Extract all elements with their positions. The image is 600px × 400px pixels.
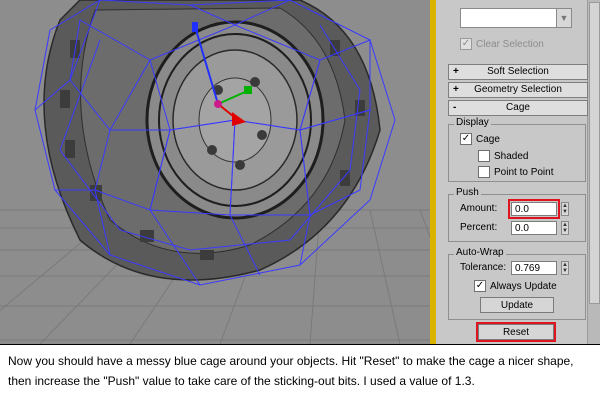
amount-spinner[interactable]: ▲ ▼	[561, 202, 569, 216]
tolerance-label: Tolerance:	[460, 262, 507, 273]
cage-checkbox[interactable]: ✓	[460, 133, 472, 145]
rollout-soft-selection[interactable]: + Soft Selection	[448, 64, 588, 80]
percent-field[interactable]: 0.0	[511, 221, 557, 235]
shaded-checkbox[interactable]	[478, 150, 490, 162]
collapse-icon: -	[453, 102, 457, 113]
rollout-cage[interactable]: - Cage	[448, 100, 588, 116]
modifier-panel: ▼ ✓ Clear Selection + Soft Selection + G…	[430, 0, 600, 344]
auto-wrap-group-label: Auto-Wrap	[454, 247, 506, 258]
clear-selection-label: Clear Selection	[476, 38, 544, 50]
rollout-label: Soft Selection	[487, 66, 549, 77]
always-update-label: Always Update	[490, 280, 557, 292]
cage-display-row[interactable]: ✓ Cage	[460, 133, 500, 145]
rollout-label: Cage	[506, 102, 530, 113]
push-group-label: Push	[454, 187, 481, 198]
percent-label: Percent:	[460, 222, 498, 233]
tolerance-spinner[interactable]: ▲ ▼	[561, 261, 569, 275]
update-button[interactable]: Update	[480, 297, 554, 313]
panel-edge	[430, 0, 436, 344]
always-update-row[interactable]: ✓ Always Update	[474, 280, 557, 292]
tolerance-field[interactable]: 0.769	[511, 261, 557, 275]
point-to-point-row[interactable]: Point to Point	[478, 166, 553, 178]
clear-selection-row[interactable]: ✓ Clear Selection	[460, 38, 544, 50]
chevron-down-icon[interactable]: ▼	[556, 9, 571, 27]
clear-selection-checkbox[interactable]: ✓	[460, 38, 472, 50]
rollout-label: Geometry Selection	[474, 84, 562, 95]
amount-highlight	[508, 199, 560, 219]
tutorial-caption: Now you should have a messy blue cage ar…	[0, 344, 600, 400]
percent-spinner[interactable]: ▲ ▼	[561, 221, 569, 235]
shaded-label: Shaded	[494, 150, 529, 162]
rollout-geometry-selection[interactable]: + Geometry Selection	[448, 82, 588, 98]
tutorial-figure: ▼ ✓ Clear Selection + Soft Selection + G…	[0, 0, 600, 400]
display-group-label: Display	[454, 117, 491, 128]
point-to-point-label: Point to Point	[494, 166, 554, 178]
panel-scrollbar[interactable]	[587, 0, 600, 344]
shaded-row[interactable]: Shaded	[478, 150, 528, 162]
cage-display-label: Cage	[476, 133, 500, 145]
scrollbar-thumb[interactable]	[589, 2, 600, 304]
point-to-point-checkbox[interactable]	[478, 166, 490, 178]
amount-label: Amount:	[460, 203, 498, 214]
reset-highlight	[476, 322, 556, 342]
selection-dropdown[interactable]: ▼	[460, 8, 572, 28]
expand-icon: +	[453, 66, 459, 77]
viewport-scene	[0, 0, 430, 344]
viewport-3d[interactable]	[0, 0, 430, 344]
always-update-checkbox[interactable]: ✓	[474, 280, 486, 292]
expand-icon: +	[453, 84, 459, 95]
